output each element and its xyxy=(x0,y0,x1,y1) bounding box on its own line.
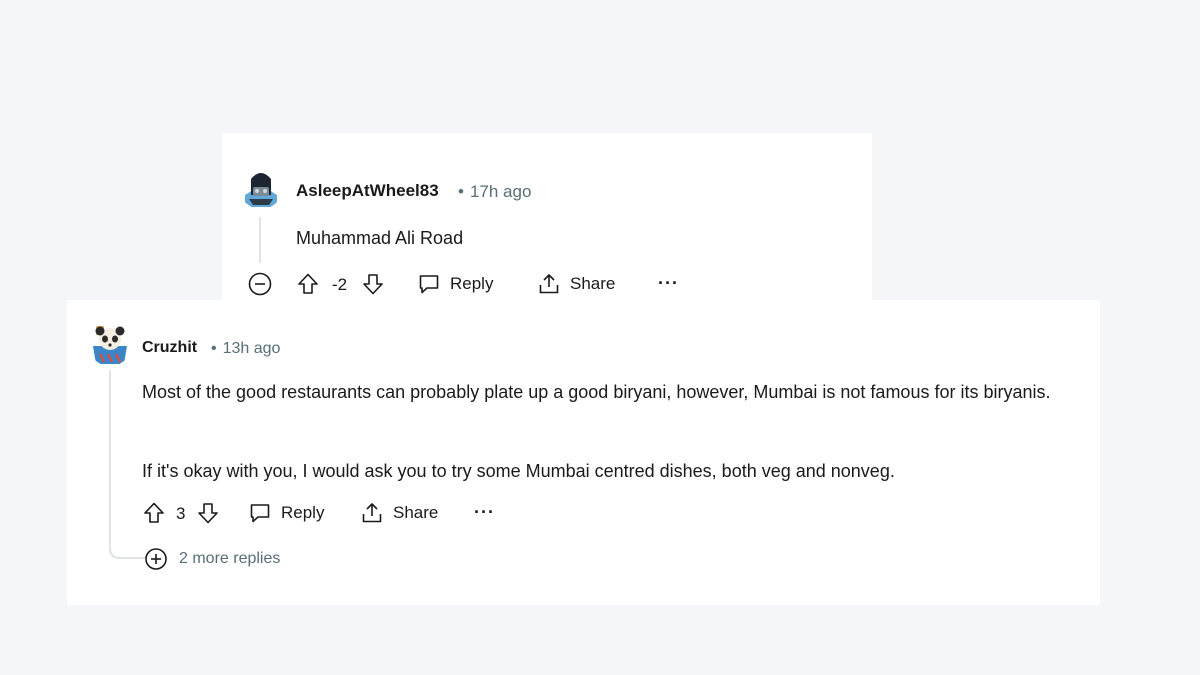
time-ago[interactable]: 13h ago xyxy=(223,340,281,357)
comment-card: Cruzhit • 13h ago Most of the good restau… xyxy=(67,300,1100,605)
comment-paragraph: If it's okay with you, I would ask you t… xyxy=(142,461,895,481)
thread-line[interactable] xyxy=(259,217,261,263)
downvote-arrow-icon xyxy=(198,503,218,524)
timestamp: • 13h ago xyxy=(211,340,280,358)
share-button[interactable]: Share xyxy=(360,501,438,525)
thread-line[interactable] xyxy=(109,370,111,548)
reply-label: Reply xyxy=(281,503,325,522)
downvote-arrow-icon xyxy=(363,274,383,295)
more-replies-label: 2 more replies xyxy=(179,550,281,567)
reply-button[interactable]: Reply xyxy=(417,272,493,296)
avatar[interactable] xyxy=(239,165,283,209)
username[interactable]: Cruzhit xyxy=(142,339,197,357)
timestamp: • 17h ago xyxy=(458,182,531,202)
avatar-image xyxy=(88,322,132,366)
comment-body: Muhammad Ali Road xyxy=(296,228,464,248)
separator-dot: • xyxy=(458,182,464,201)
reply-label: Reply xyxy=(450,274,494,293)
collapse-minus-icon xyxy=(248,272,272,296)
upvote-button[interactable] xyxy=(296,272,320,296)
separator-dot: • xyxy=(211,340,217,357)
vote-score: 3 xyxy=(176,504,186,523)
avatar[interactable] xyxy=(88,322,132,366)
thread-branch xyxy=(109,540,145,559)
comment-paragraph: Most of the good restaurants can probabl… xyxy=(142,382,1051,402)
share-button[interactable]: Share xyxy=(537,272,615,296)
comment-bubble-icon xyxy=(250,504,270,523)
downvote-button[interactable] xyxy=(361,272,385,296)
more-options-button[interactable]: ··· xyxy=(474,503,495,521)
upvote-button[interactable] xyxy=(142,501,166,525)
more-options-button[interactable]: ··· xyxy=(658,274,679,292)
comment-bubble-icon xyxy=(419,275,439,294)
username[interactable]: AsleepAtWheel83 xyxy=(296,181,439,201)
vote-score: -2 xyxy=(332,275,348,294)
more-replies-button[interactable]: 2 more replies xyxy=(144,547,280,571)
comment-card: AsleepAtWheel83 • 17h ago Muhammad Ali Ro… xyxy=(222,133,872,303)
upvote-arrow-icon xyxy=(298,273,318,294)
share-label: Share xyxy=(393,503,439,522)
share-upload-icon xyxy=(362,503,382,523)
reply-button[interactable]: Reply xyxy=(248,501,324,525)
expand-plus-icon xyxy=(145,548,167,570)
downvote-button[interactable] xyxy=(196,501,220,525)
upvote-arrow-icon xyxy=(144,502,164,523)
share-upload-icon xyxy=(539,274,559,294)
time-ago[interactable]: 17h ago xyxy=(470,182,531,201)
avatar-image xyxy=(239,165,283,209)
collapse-button[interactable] xyxy=(248,272,272,301)
share-label: Share xyxy=(570,274,616,293)
